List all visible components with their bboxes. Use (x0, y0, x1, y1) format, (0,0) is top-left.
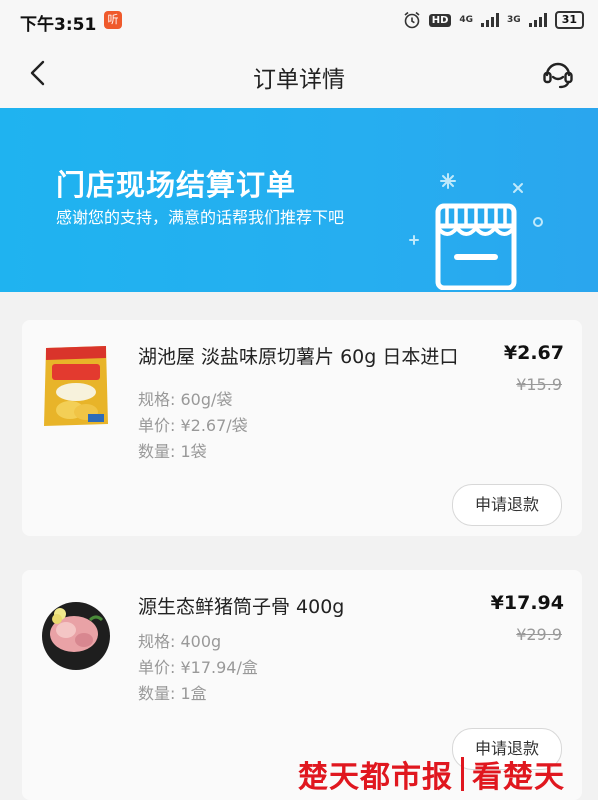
watermark-right: 看楚天 (472, 760, 565, 795)
product-quantity: 数量: 1袋 (138, 442, 207, 461)
product-unit-price: 单价: ¥2.67/袋 (138, 416, 248, 435)
watermark-divider (461, 757, 464, 791)
banner-headline: 门店现场结算订单 (56, 168, 297, 202)
status-icons: HD 4G 3G 31 (403, 8, 584, 32)
product-price: ¥17.94 (490, 592, 564, 614)
product-unit-price: 单价: ¥17.94/盒 (138, 658, 258, 677)
hd-badge: HD (428, 13, 452, 27)
status-time: 下午3:51 (20, 15, 97, 35)
refund-button[interactable]: 申请退款 (452, 484, 562, 526)
storefront-icon (409, 173, 543, 290)
page-title: 订单详情 (253, 67, 345, 93)
product-name: 湖池屋 淡盐味原切薯片 60g 日本进口 (138, 346, 459, 368)
watermark: 楚天都市报 看楚天 (298, 748, 598, 800)
signal-icon (528, 13, 547, 27)
product-card: 湖池屋 淡盐味原切薯片 60g 日本进口 ¥2.67 ¥15.9 规格: 60g… (22, 320, 582, 536)
product-spec: 规格: 400g (138, 632, 222, 651)
product-name: 源生态鲜猪筒子骨 400g (138, 596, 345, 618)
pork-bone-image (42, 602, 110, 670)
status-bar: 下午3:51 听 HD 4G 3G 31 (0, 0, 598, 40)
signal-icon (481, 13, 500, 27)
nav-bar: 订单详情 (0, 40, 598, 108)
battery-indicator: 31 (554, 11, 584, 29)
original-price: ¥15.9 (516, 375, 562, 394)
network-type-2: 3G (507, 15, 521, 25)
product-quantity: 数量: 1盒 (138, 684, 207, 703)
product-price: ¥2.67 (503, 342, 564, 364)
order-banner: 门店现场结算订单 感谢您的支持，满意的话帮我们推荐下吧 (0, 108, 598, 292)
chips-bag-image (44, 346, 108, 426)
notification-badge: 听 (104, 11, 122, 29)
network-type-1: 4G (459, 15, 474, 25)
customer-service-icon[interactable] (540, 56, 576, 92)
alarm-icon (404, 11, 420, 29)
original-price: ¥29.9 (516, 625, 562, 644)
banner-subtitle: 感谢您的支持，满意的话帮我们推荐下吧 (56, 208, 345, 227)
product-spec: 规格: 60g/袋 (138, 390, 233, 409)
watermark-left: 楚天都市报 (298, 760, 453, 795)
